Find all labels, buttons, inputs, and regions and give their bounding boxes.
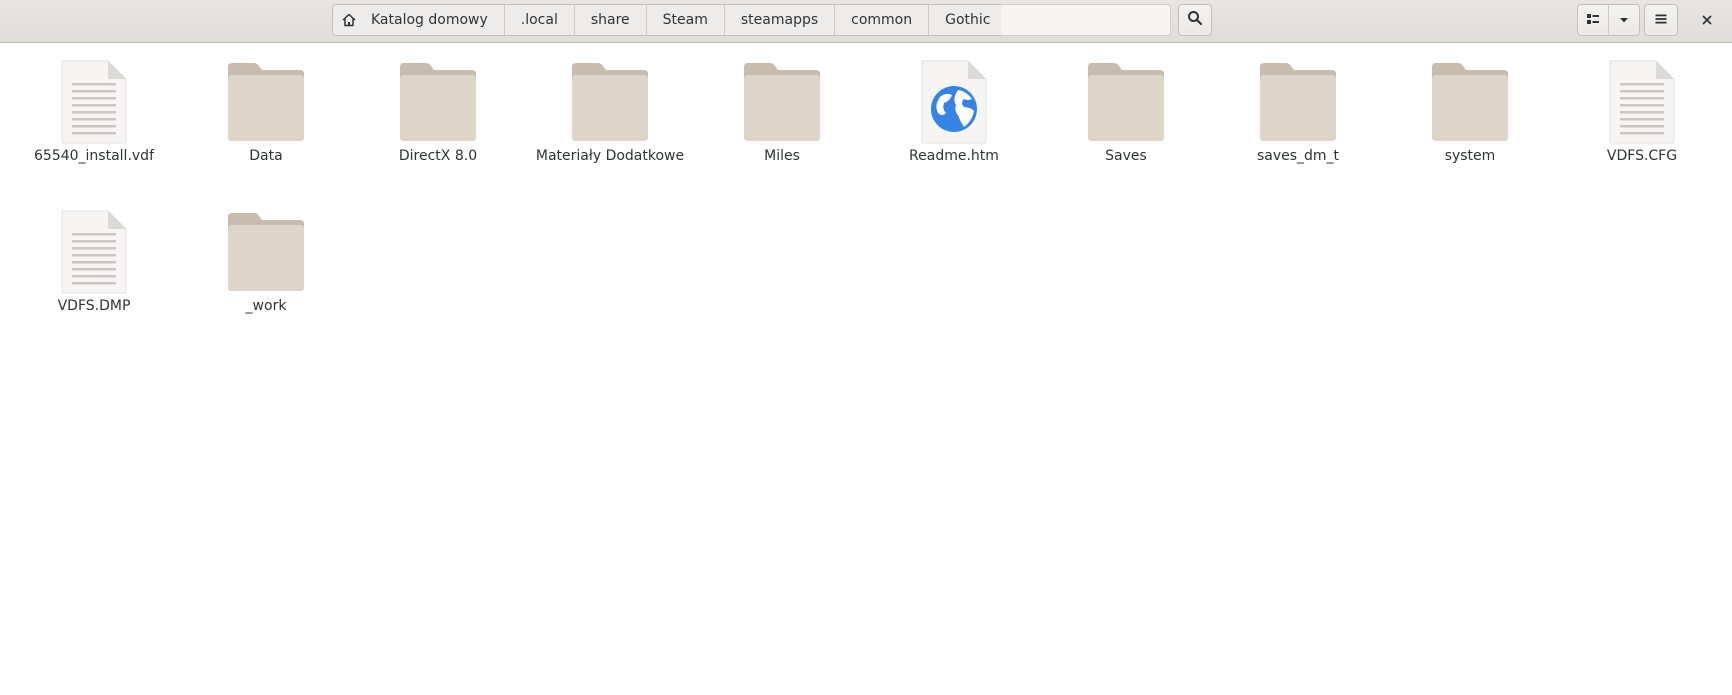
search-button[interactable] bbox=[1178, 4, 1212, 36]
breadcrumb-home[interactable]: Katalog domowy bbox=[333, 5, 505, 35]
folder-item[interactable]: system bbox=[1384, 57, 1556, 166]
folder-label: DirectX 8.0 bbox=[398, 148, 478, 164]
folder-item[interactable]: Materiały Dodatkowe bbox=[524, 57, 696, 166]
folder-icon bbox=[1253, 57, 1343, 147]
chevron-down-icon bbox=[1618, 11, 1630, 30]
header-bar: Katalog domowy .local share Steam steama… bbox=[0, 0, 1732, 43]
folder-icon bbox=[1425, 57, 1515, 147]
main-menu-button[interactable] bbox=[1644, 4, 1678, 36]
file-label: VDFS.DMP bbox=[57, 298, 131, 314]
breadcrumb: Katalog domowy .local share Steam steama… bbox=[332, 4, 1026, 36]
breadcrumb-gothic-label: Gothic bbox=[945, 12, 991, 28]
file-view[interactable]: 65540_install.vdf Data DirectX 8.0 Mater… bbox=[0, 43, 1732, 695]
view-list-button[interactable] bbox=[1578, 5, 1608, 35]
breadcrumb-steamapps[interactable]: steamapps bbox=[725, 5, 836, 35]
text-file-icon bbox=[1597, 57, 1687, 147]
folder-label: Miles bbox=[764, 148, 800, 164]
breadcrumb-local[interactable]: .local bbox=[505, 5, 575, 35]
file-item[interactable]: VDFS.DMP bbox=[8, 207, 180, 316]
web-file-icon bbox=[909, 57, 999, 147]
file-item[interactable]: Readme.htm bbox=[868, 57, 1040, 166]
file-label: VDFS.CFG bbox=[1606, 148, 1678, 164]
folder-label: Data bbox=[249, 148, 283, 164]
close-icon bbox=[1701, 11, 1713, 30]
path-empty-area[interactable] bbox=[1001, 4, 1171, 36]
folder-item[interactable]: Data bbox=[180, 57, 352, 166]
hamburger-menu-icon bbox=[1654, 11, 1668, 30]
folder-icon bbox=[737, 57, 827, 147]
folder-icon bbox=[221, 207, 311, 297]
folder-label: _work bbox=[245, 298, 287, 314]
close-window-button[interactable] bbox=[1694, 8, 1720, 32]
text-file-icon bbox=[49, 207, 139, 297]
breadcrumb-share[interactable]: share bbox=[575, 5, 647, 35]
file-label: Readme.htm bbox=[909, 148, 999, 164]
view-mode-group bbox=[1577, 4, 1640, 36]
folder-icon bbox=[1081, 57, 1171, 147]
folder-item[interactable]: Saves bbox=[1040, 57, 1212, 166]
folder-icon bbox=[393, 57, 483, 147]
folder-label: Saves bbox=[1105, 148, 1147, 164]
list-view-icon bbox=[1586, 11, 1600, 30]
folder-label: Materiały Dodatkowe bbox=[535, 148, 685, 164]
breadcrumb-home-label: Katalog domowy bbox=[371, 12, 488, 28]
folder-icon bbox=[221, 57, 311, 147]
home-icon bbox=[341, 12, 357, 28]
view-options-button[interactable] bbox=[1608, 5, 1639, 35]
file-item[interactable]: 65540_install.vdf bbox=[8, 57, 180, 166]
file-manager-window: Katalog domowy .local share Steam steama… bbox=[0, 0, 1732, 695]
folder-label: system bbox=[1444, 148, 1496, 164]
text-file-icon bbox=[49, 57, 139, 147]
folder-item[interactable]: DirectX 8.0 bbox=[352, 57, 524, 166]
folder-label: saves_dm_t bbox=[1256, 148, 1340, 164]
breadcrumb-common[interactable]: common bbox=[835, 5, 930, 35]
file-label: 65540_install.vdf bbox=[34, 148, 154, 164]
folder-item[interactable]: Miles bbox=[696, 57, 868, 166]
search-icon bbox=[1187, 10, 1203, 30]
folder-item[interactable]: _work bbox=[180, 207, 352, 316]
folder-item[interactable]: saves_dm_t bbox=[1212, 57, 1384, 166]
folder-icon bbox=[565, 57, 655, 147]
file-item[interactable]: VDFS.CFG bbox=[1556, 57, 1728, 166]
breadcrumb-steam[interactable]: Steam bbox=[647, 5, 725, 35]
